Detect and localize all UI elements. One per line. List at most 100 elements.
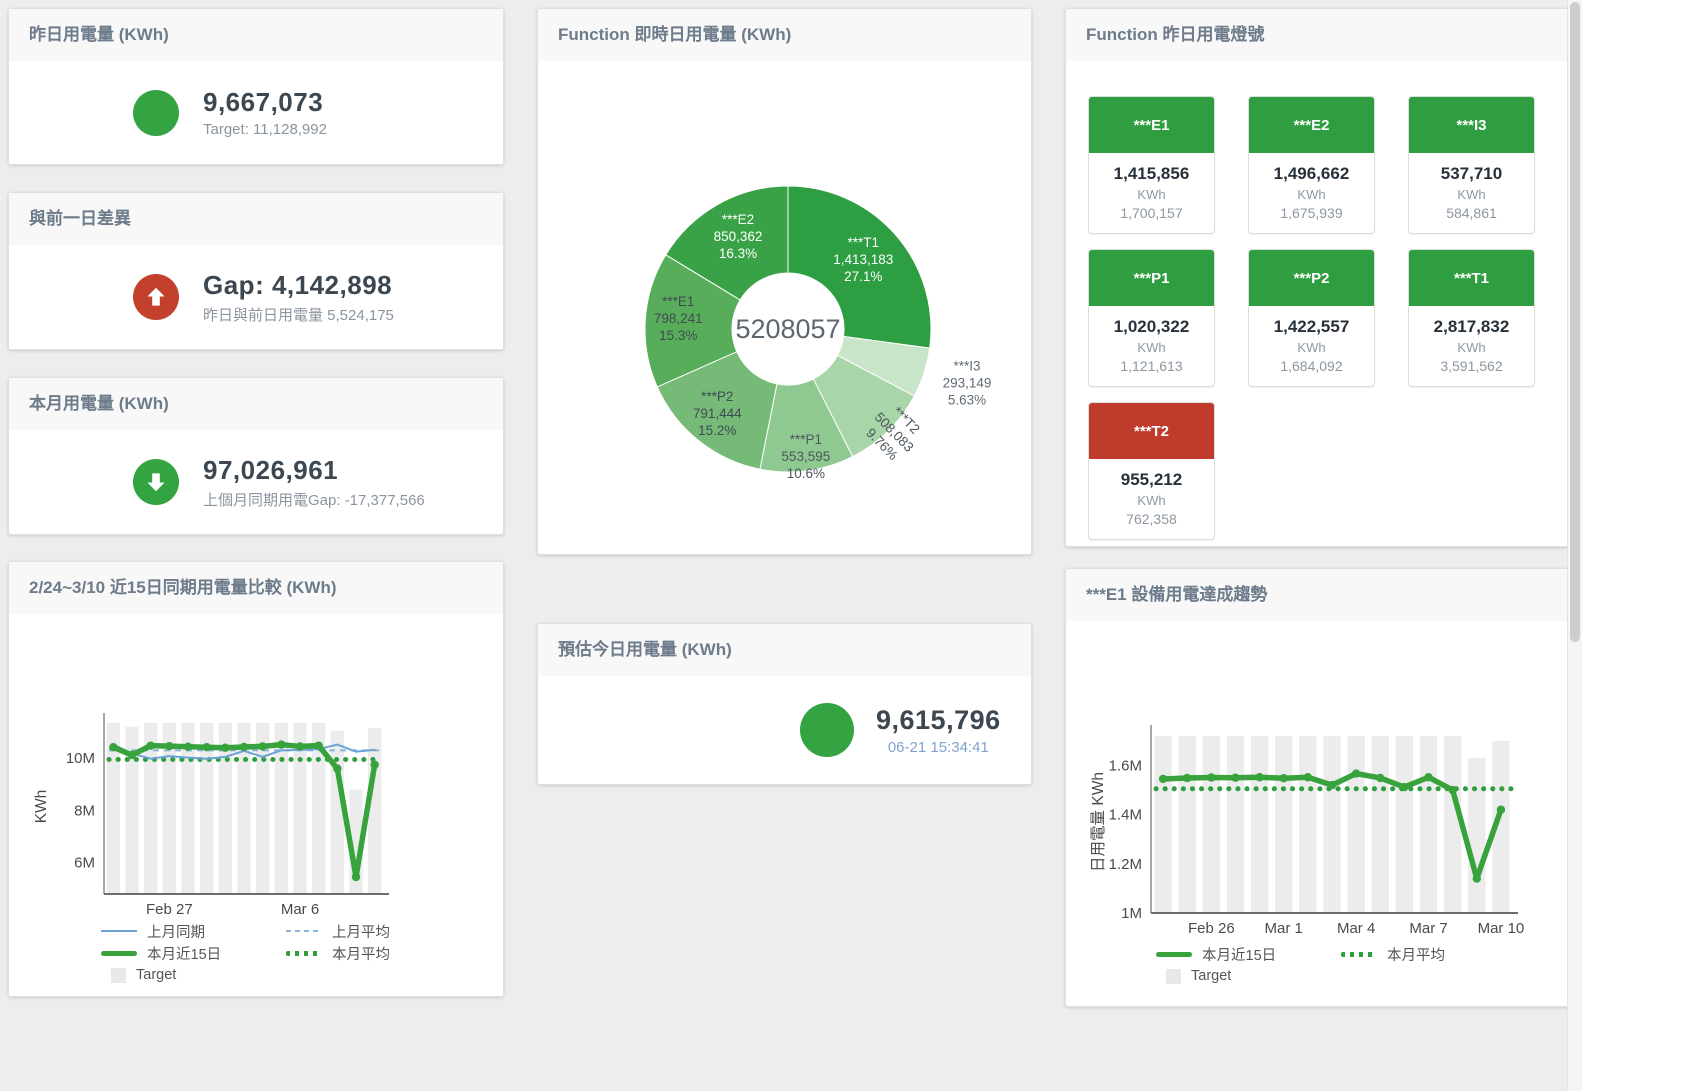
legend-item[interactable]: 上月平均: [286, 920, 471, 942]
target-bar: [1227, 736, 1244, 913]
light-tile-label: ***I3: [1409, 97, 1534, 153]
yesterday-target: Target: 11,128,992: [203, 121, 327, 138]
card-realtime-donut: Function 即時日用電量 (KWh) ***T11,413,18327.1…: [537, 8, 1032, 555]
light-tile-2: ***E21,496,662KWh1,675,939: [1248, 96, 1375, 234]
light-tile-value: 1,422,557: [1253, 317, 1370, 337]
light-tile-unit: KWh: [1093, 187, 1210, 202]
x-tick-label: Mar 1: [1265, 920, 1303, 937]
panel-title-donut: Function 即時日用電量 (KWh): [538, 9, 1031, 62]
compare-chart-svg: 6M8M10MFeb 27Mar 6KWh: [9, 614, 501, 920]
y-tick-label: 1.2M: [1109, 856, 1142, 873]
light-tile-target: 3,591,562: [1413, 358, 1530, 374]
data-point: [184, 742, 192, 750]
target-bar: [1444, 736, 1461, 913]
light-tile-label: ***T1: [1409, 250, 1534, 306]
y-tick-label: 1.4M: [1109, 807, 1142, 824]
x-tick-label: Mar 10: [1478, 920, 1525, 937]
legend-label: Target: [1191, 968, 1231, 984]
target-bar: [1251, 736, 1268, 913]
legend-item[interactable]: 本月平均: [1341, 943, 1526, 965]
light-tile-body: 1,415,856KWh1,700,157: [1089, 153, 1214, 233]
light-tile-7: ***T2955,212KWh762,358: [1088, 402, 1215, 540]
target-bar: [1468, 758, 1485, 913]
legend-label: Target: [136, 967, 176, 983]
panel-title-e1trend: ***E1 設備用電達成趨勢: [1066, 569, 1576, 622]
scrollbar[interactable]: [1567, 0, 1582, 1091]
arrow-up-icon: [133, 274, 179, 320]
compare-chart-legend: 上月同期 上月平均本月近15日本月平均 Target: [101, 920, 491, 986]
data-point: [1304, 773, 1312, 781]
data-point: [1497, 806, 1505, 814]
data-point: [1473, 874, 1481, 882]
legend-swatch-icon: [1156, 952, 1192, 957]
arrow-down-icon: [133, 459, 179, 505]
legend-label: 本月近15日: [1202, 944, 1276, 965]
legend-swatch-icon: [111, 968, 126, 983]
data-point: [314, 741, 322, 749]
light-tile-target: 1,675,939: [1253, 205, 1370, 221]
legend-item[interactable]: 上月同期: [101, 920, 286, 942]
gap-subtitle: 昨日與前日用電量 5,524,175: [203, 304, 394, 325]
light-tile-4: ***P11,020,322KWh1,121,613: [1088, 249, 1215, 387]
month-subtitle: 上個月同期用電Gap: -17,377,566: [203, 489, 425, 510]
legend-swatch-icon: [286, 951, 322, 956]
gap-value: Gap: 4,142,898: [203, 270, 394, 301]
data-point: [1280, 774, 1288, 782]
e1-trend-chart-svg: 1M1.2M1.4M1.6MFeb 26Mar 1Mar 4Mar 7Mar 1…: [1066, 621, 1574, 941]
light-tile-label: ***T2: [1089, 403, 1214, 459]
light-tile-value: 1,496,662: [1253, 164, 1370, 184]
data-point: [296, 742, 304, 750]
x-tick-label: Feb 26: [1188, 920, 1235, 937]
data-point: [277, 740, 285, 748]
light-tile-5: ***P21,422,557KWh1,684,092: [1248, 249, 1375, 387]
target-bar: [1299, 736, 1316, 913]
e1-trend-legend: 本月近15日 本月平均 Target: [1156, 943, 1546, 987]
target-bar: [1203, 736, 1220, 913]
panel-title-lights: Function 昨日用電燈號: [1066, 9, 1576, 62]
light-tile-unit: KWh: [1093, 340, 1210, 355]
data-point: [165, 742, 173, 750]
panel-title-gap: 與前一日差異: [9, 193, 503, 246]
target-bar: [1275, 736, 1292, 913]
legend-item[interactable]: Target: [1156, 965, 1341, 987]
legend-item[interactable]: 本月近15日: [101, 942, 286, 964]
status-circle-icon: [800, 703, 854, 757]
card-compare-chart: 2/24~3/10 近15日同期用電量比較 (KWh) 6M8M10MFeb 2…: [8, 561, 504, 997]
legend-item[interactable]: Target: [101, 964, 286, 986]
legend-label: 上月平均: [332, 921, 390, 942]
target-bar: [1179, 736, 1196, 913]
data-point: [1352, 769, 1360, 777]
card-month-usage: 本月用電量 (KWh) 97,026,961 上個月同期用電Gap: -17,3…: [8, 377, 504, 535]
data-point: [109, 743, 117, 751]
card-yesterday-usage: 昨日用電量 (KWh) 9,667,073 Target: 11,128,992: [8, 8, 504, 165]
light-tile-unit: KWh: [1253, 340, 1370, 355]
data-point: [221, 744, 229, 752]
y-axis-label: 日用電量 KWh: [1090, 772, 1107, 872]
data-point: [1255, 773, 1263, 781]
data-point: [370, 761, 378, 769]
light-tile-value: 2,817,832: [1413, 317, 1530, 337]
data-point: [1231, 774, 1239, 782]
light-tile-unit: KWh: [1093, 493, 1210, 508]
y-tick-label: 6M: [74, 855, 95, 872]
data-point: [352, 873, 360, 881]
scrollbar-thumb[interactable]: [1570, 2, 1580, 642]
card-lights-panel: Function 昨日用電燈號 ***E11,415,856KWh1,700,1…: [1065, 8, 1577, 547]
legend-item[interactable]: 本月近15日: [1156, 943, 1341, 965]
card-e1-trend-chart: ***E1 設備用電達成趨勢 1M1.2M1.4M1.6MFeb 26Mar 1…: [1065, 568, 1577, 1007]
light-tile-unit: KWh: [1413, 187, 1530, 202]
data-point: [240, 743, 248, 751]
light-tile-label: ***P2: [1249, 250, 1374, 306]
light-tile-1: ***E11,415,856KWh1,700,157: [1088, 96, 1215, 234]
light-tile-unit: KWh: [1253, 187, 1370, 202]
donut-chart-svg: ***T11,413,18327.1%***I3293,1495.63%***T…: [538, 61, 1029, 551]
legend-label: 上月同期: [147, 921, 205, 942]
donut-center-total: 5208057: [735, 314, 840, 344]
light-tile-value: 1,020,322: [1093, 317, 1210, 337]
target-bar: [368, 728, 381, 894]
light-tile-value: 955,212: [1093, 470, 1210, 490]
light-tile-body: 1,496,662 KWh 1,675,939: [1249, 153, 1374, 233]
y-tick-label: 10M: [66, 750, 95, 767]
legend-item[interactable]: 本月平均: [286, 942, 471, 964]
light-tile-label: ***E1: [1089, 97, 1214, 153]
